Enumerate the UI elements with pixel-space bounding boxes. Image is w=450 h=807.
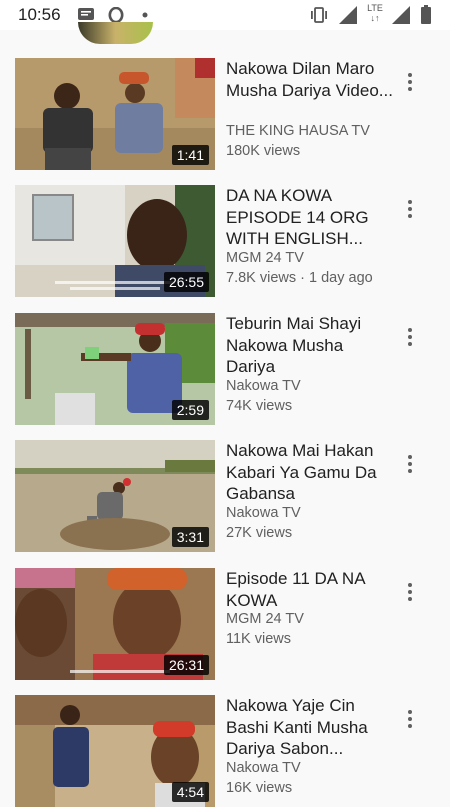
signal-icon xyxy=(339,6,357,24)
status-time: 10:56 xyxy=(18,5,61,24)
video-item[interactable]: 1:41 Nakowa Dilan Maro Musha Dariya Vide… xyxy=(0,58,450,170)
signal-icon xyxy=(392,6,410,24)
more-vert-icon xyxy=(408,73,412,77)
more-options-button[interactable] xyxy=(398,68,422,96)
lte-label: LTE xyxy=(367,3,383,13)
video-views: 16K views xyxy=(226,780,293,796)
lte-icon: LTE ↓↑ xyxy=(367,3,383,23)
video-item[interactable]: 26:31 Episode 11 DA NA KOWA MGM 24 TV 11… xyxy=(0,568,450,680)
video-title[interactable]: Nakowa Dilan Maro Musha Dariya Video... xyxy=(226,58,394,101)
video-title[interactable]: Teburin Mai Shayi Nakowa Musha Dariya xyxy=(226,313,394,378)
more-options-button[interactable] xyxy=(398,450,422,478)
more-vert-icon xyxy=(408,328,412,332)
video-title[interactable]: Episode 11 DA NA KOWA xyxy=(226,568,394,611)
more-vert-icon xyxy=(408,455,412,459)
more-options-button[interactable] xyxy=(398,323,422,351)
more-options-button[interactable] xyxy=(398,195,422,223)
video-duration: 26:31 xyxy=(163,655,209,675)
video-title[interactable]: Nakowa Yaje Cin Bashi Kanti Musha Dariya… xyxy=(226,695,394,760)
video-channel: Nakowa TV xyxy=(226,760,301,776)
video-channel: Nakowa TV xyxy=(226,378,301,394)
message-icon xyxy=(78,8,94,20)
video-thumbnail[interactable]: 3:31 xyxy=(15,440,215,552)
video-title[interactable]: DA NA KOWA EPISODE 14 ORG WITH ENGLISH..… xyxy=(226,185,394,250)
video-title[interactable]: Nakowa Mai Hakan Kabari Ya Gamu Da Gaban… xyxy=(226,440,394,505)
opera-icon xyxy=(108,7,124,23)
video-channel: MGM 24 TV xyxy=(226,611,304,627)
video-item[interactable]: 3:31 Nakowa Mai Hakan Kabari Ya Gamu Da … xyxy=(0,440,450,552)
video-views: 74K views xyxy=(226,398,293,414)
video-views: 7.8K views · 1 day ago xyxy=(226,270,373,286)
video-channel: Nakowa TV xyxy=(226,505,301,521)
video-duration: 2:59 xyxy=(171,400,209,420)
channel-avatar-peek[interactable] xyxy=(78,22,153,44)
video-views: 27K views xyxy=(226,525,293,541)
more-options-button[interactable] xyxy=(398,578,422,606)
battery-icon xyxy=(421,5,431,24)
video-channel: MGM 24 TV xyxy=(226,250,304,266)
video-views: 180K views xyxy=(226,143,301,159)
video-item[interactable]: 4:54 Nakowa Yaje Cin Bashi Kanti Musha D… xyxy=(0,695,450,807)
more-vert-icon xyxy=(408,583,412,587)
video-thumbnail[interactable]: 26:55 xyxy=(15,185,215,297)
video-duration: 4:54 xyxy=(171,782,209,802)
video-duration: 1:41 xyxy=(171,145,209,165)
video-item[interactable]: 26:55 DA NA KOWA EPISODE 14 ORG WITH ENG… xyxy=(0,185,450,297)
more-options-button[interactable] xyxy=(398,705,422,733)
video-views: 11K views xyxy=(226,631,292,647)
dot-icon xyxy=(142,12,148,18)
vibrate-icon xyxy=(311,7,327,23)
more-vert-icon xyxy=(408,710,412,714)
video-item[interactable]: 2:59 Teburin Mai Shayi Nakowa Musha Dari… xyxy=(0,313,450,425)
video-channel: THE KING HAUSA TV xyxy=(226,123,370,139)
video-thumbnail[interactable]: 1:41 xyxy=(15,58,215,170)
video-duration: 26:55 xyxy=(163,272,209,292)
video-thumbnail[interactable]: 4:54 xyxy=(15,695,215,807)
more-vert-icon xyxy=(408,200,412,204)
video-thumbnail[interactable]: 2:59 xyxy=(15,313,215,425)
video-thumbnail[interactable]: 26:31 xyxy=(15,568,215,680)
status-bar: 10:56 LTE ↓↑ xyxy=(0,0,450,30)
video-duration: 3:31 xyxy=(171,527,209,547)
